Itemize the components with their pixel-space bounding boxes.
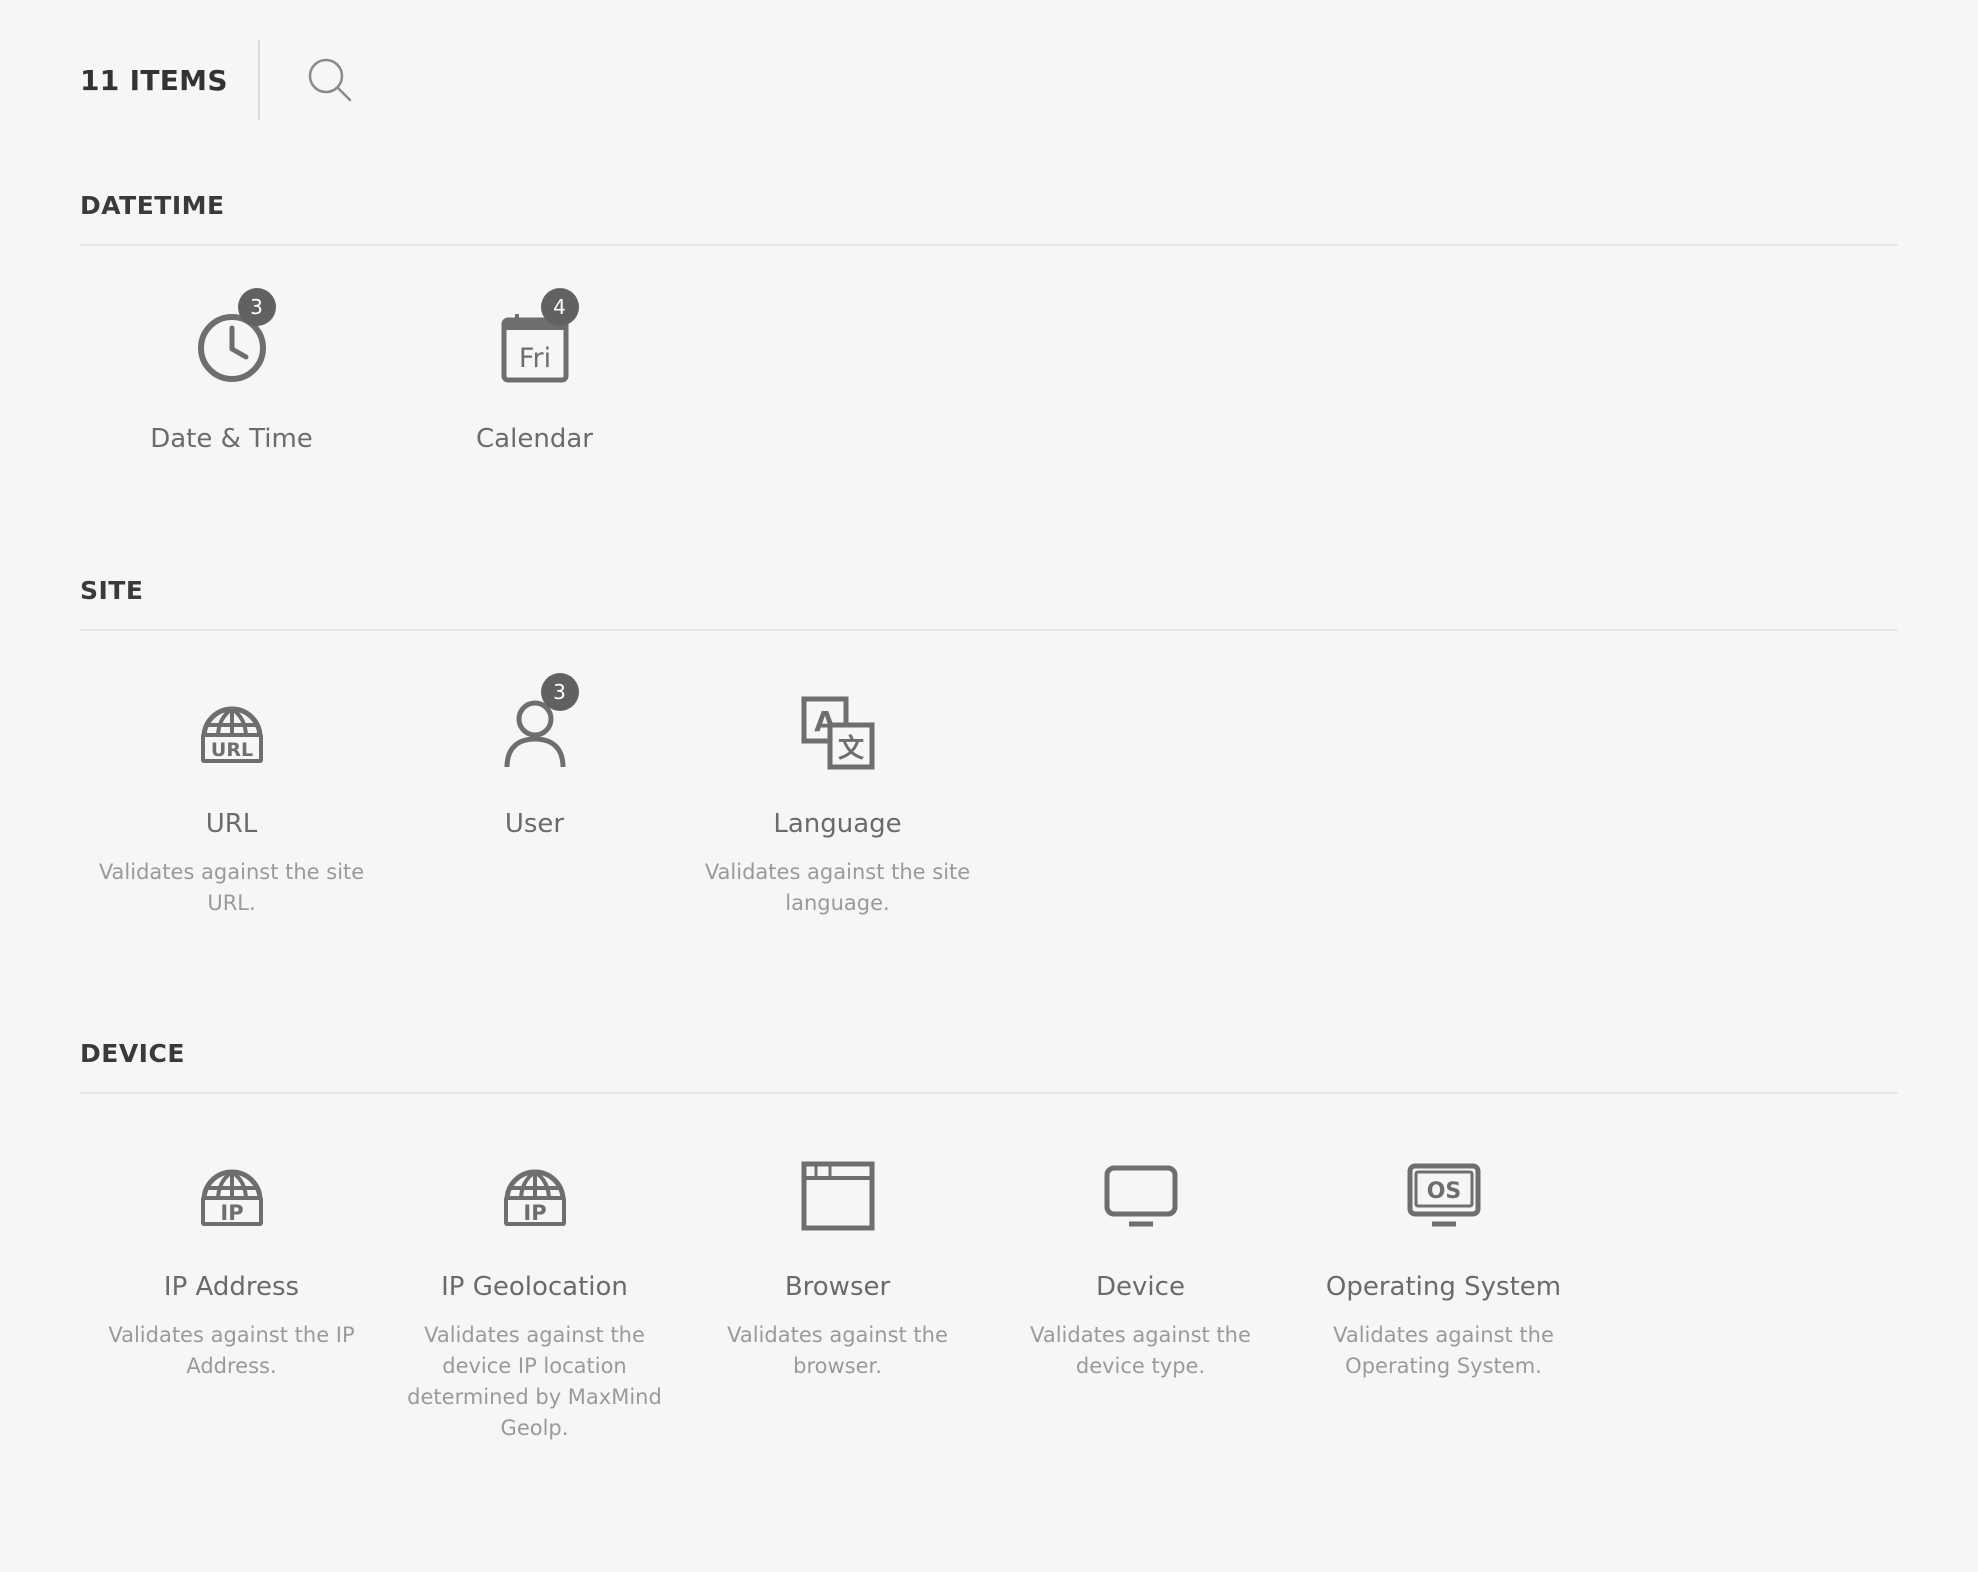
tile-description: Validates against the IP Address.: [108, 1323, 355, 1378]
section-site: SITE URL URL Validates against the site …: [80, 575, 1898, 919]
tile-label: Language: [773, 809, 902, 839]
tile-description: Validates against the browser.: [727, 1323, 948, 1378]
item-grid: 3 Date & Time Fri 4 Calendar: [80, 288, 1898, 454]
section-device: DEVICE IP IP Address Validates against t…: [80, 1038, 1898, 1444]
section-title: DATETIME: [80, 191, 225, 220]
url-globe-icon: URL: [200, 706, 263, 763]
ip-icon-text: IP: [220, 1201, 243, 1225]
count-badge: 3: [540, 673, 579, 711]
language-icon: A 文: [801, 696, 874, 770]
section-title: DEVICE: [80, 1039, 185, 1068]
tile-operating-system[interactable]: OS Operating System Validates against th…: [1292, 1146, 1595, 1444]
tile-ip-address[interactable]: IP IP Address Validates against the IP A…: [80, 1146, 383, 1444]
tile-label: IP Address: [163, 1272, 300, 1302]
tile-icon-wrap: A 文: [788, 683, 888, 783]
tile-label: Operating System: [1325, 1272, 1562, 1302]
section-divider: [80, 244, 1898, 246]
header-divider: [257, 40, 260, 120]
search-icon: [308, 58, 352, 102]
tile-date-time[interactable]: 3 Date & Time: [80, 288, 383, 454]
tile-label: User: [504, 809, 565, 839]
calendar-icon-text: Fri: [518, 343, 550, 374]
tile-user[interactable]: 3 User: [383, 673, 686, 919]
tile-description: Validates against the device IP location…: [407, 1323, 662, 1440]
search-button[interactable]: [304, 54, 356, 106]
ip-geolocation-icon: IP: [503, 1169, 566, 1226]
url-icon-text: URL: [210, 739, 252, 761]
tile-icon-wrap: Fri 4: [485, 288, 585, 398]
tile-device[interactable]: Device Validates against the device type…: [989, 1146, 1292, 1444]
tile-label: Browser: [784, 1272, 891, 1302]
item-grid: IP IP Address Validates against the IP A…: [80, 1146, 1898, 1444]
tile-label: Calendar: [476, 424, 593, 454]
item-grid: URL URL Validates against the site URL. …: [80, 673, 1898, 919]
tile-label: URL: [205, 809, 258, 839]
items-count: 11 ITEMS: [80, 63, 228, 97]
tile-icon-wrap: 3: [182, 288, 282, 398]
monitor-icon: [1104, 1165, 1177, 1227]
language-icon-glyph: 文: [837, 733, 864, 764]
section-divider: [80, 1092, 1898, 1094]
tile-url[interactable]: URL URL Validates against the site URL.: [80, 683, 383, 919]
os-icon-text: OS: [1426, 1179, 1461, 1204]
tile-icon-wrap: IP: [485, 1146, 585, 1246]
tile-icon-wrap: IP: [182, 1146, 282, 1246]
browser-window-icon: [801, 1161, 874, 1231]
tile-icon-wrap: [788, 1146, 888, 1246]
tile-icon-wrap: OS: [1394, 1146, 1494, 1246]
toolbar: 11 ITEMS: [80, 40, 356, 120]
section-datetime: DATETIME 3 Date & Time Fri 4 Calendar: [80, 190, 1898, 454]
tile-label: Device: [1096, 1272, 1185, 1302]
tile-icon-wrap: 3: [485, 673, 585, 783]
tile-label: Date & Time: [150, 424, 313, 454]
ip-geo-icon-text: IP: [523, 1201, 546, 1225]
tile-icon-wrap: URL: [182, 683, 282, 783]
tile-browser[interactable]: Browser Validates against the browser.: [686, 1146, 989, 1444]
tile-language[interactable]: A 文 Language Validates against the site …: [686, 683, 989, 919]
tile-description: Validates against the device type.: [1030, 1323, 1251, 1378]
section-title: SITE: [80, 576, 144, 605]
os-monitor-icon: OS: [1407, 1163, 1480, 1227]
ip-globe-icon: IP: [200, 1169, 263, 1226]
count-badge: 4: [540, 288, 579, 326]
tile-calendar[interactable]: Fri 4 Calendar: [383, 288, 686, 454]
count-badge: 3: [237, 288, 276, 326]
tile-ip-geolocation[interactable]: IP IP Geolocation Validates against the …: [383, 1146, 686, 1444]
tile-description: Validates against the site language.: [704, 860, 971, 915]
tile-description: Validates against the site URL.: [98, 860, 365, 915]
tile-icon-wrap: [1091, 1146, 1191, 1246]
section-divider: [80, 629, 1898, 631]
tile-description: Validates against the Operating System.: [1333, 1323, 1554, 1378]
tile-label: IP Geolocation: [441, 1272, 628, 1302]
